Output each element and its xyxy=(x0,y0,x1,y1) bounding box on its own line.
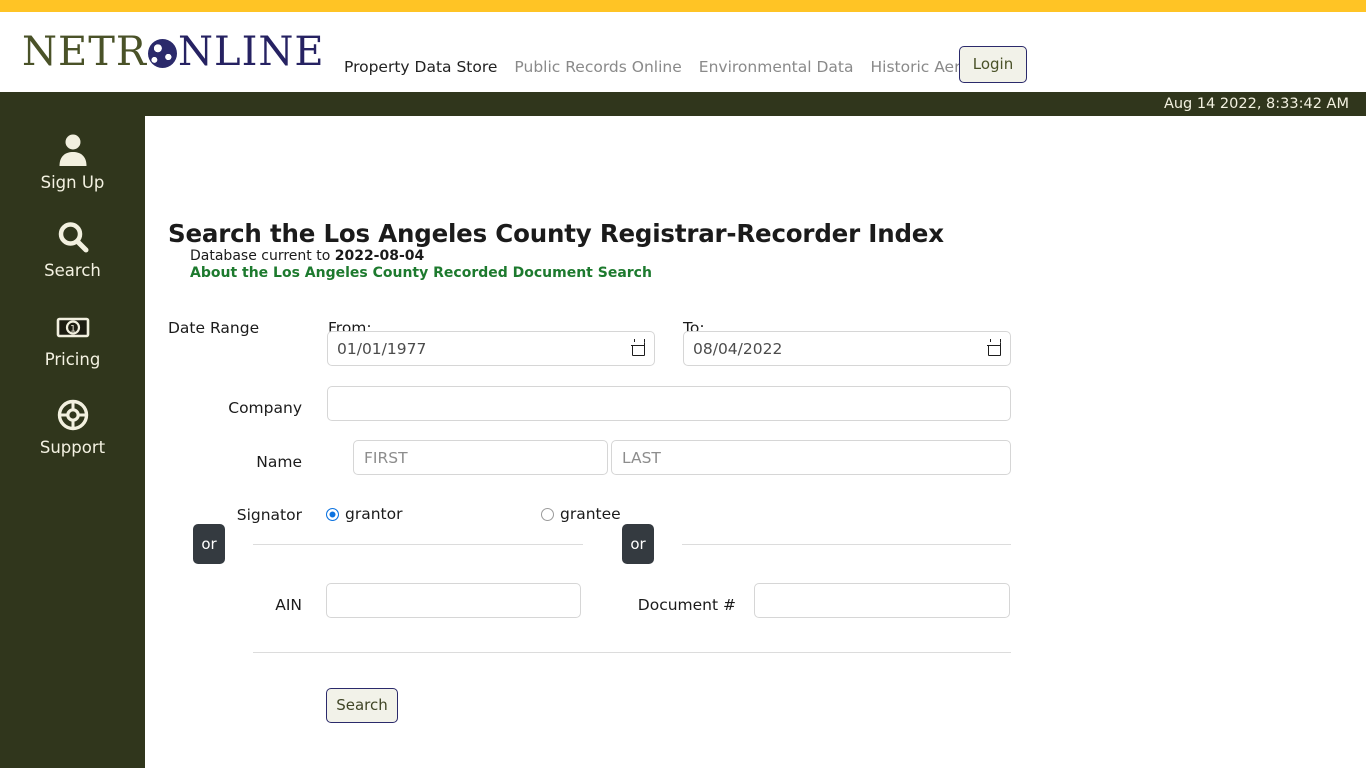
nav-item-environmental-data[interactable]: Environmental Data xyxy=(699,58,854,76)
about-search-link[interactable]: About the Los Angeles County Recorded Do… xyxy=(190,265,652,281)
main-content: Search the Los Angeles County Registrar-… xyxy=(145,116,1366,768)
radio-indicator xyxy=(326,507,339,521)
document-number-label: Document # xyxy=(637,596,736,614)
svg-text:1: 1 xyxy=(70,324,76,334)
site-header: NETR NLINE Property Data Store Public Rec… xyxy=(0,12,1366,92)
name-label: Name xyxy=(256,453,302,471)
or-badge-right: or xyxy=(622,524,654,564)
login-button[interactable]: Login xyxy=(959,46,1027,83)
current-timestamp-bar: Aug 14 2022, 8:33:42 AM xyxy=(0,92,1366,116)
search-button[interactable]: Search xyxy=(326,688,398,723)
lifebuoy-icon xyxy=(0,395,145,435)
company-input[interactable] xyxy=(327,386,1011,421)
sidebar-item-label: Support xyxy=(39,438,106,457)
signator-radio-grantor[interactable]: grantor xyxy=(326,505,402,523)
user-icon xyxy=(0,130,145,170)
date-to-value: 08/04/2022 xyxy=(693,339,783,358)
nav-item-property-data-store[interactable]: Property Data Store xyxy=(344,58,497,76)
divider-right xyxy=(682,544,1011,545)
banknote-icon: 1 xyxy=(0,307,145,347)
signator-radio-grantee[interactable]: grantee xyxy=(541,505,621,523)
last-name-input[interactable] xyxy=(611,440,1011,475)
radio-indicator xyxy=(541,507,554,521)
divider-bottom xyxy=(253,652,1011,653)
or-badge-left: or xyxy=(193,524,225,564)
netronline-logo[interactable]: NETR NLINE xyxy=(22,29,325,75)
globe-icon xyxy=(148,39,177,68)
sidebar-item-search[interactable]: Search xyxy=(0,218,145,280)
logo-text-last: NLINE xyxy=(178,29,325,75)
radio-label: grantee xyxy=(560,505,621,523)
primary-nav: Property Data Store Public Records Onlin… xyxy=(344,52,987,82)
document-number-input[interactable] xyxy=(754,583,1010,618)
company-label: Company xyxy=(228,399,302,417)
sidebar-item-label: Search xyxy=(44,261,101,280)
sidebar-item-label: Pricing xyxy=(44,350,101,369)
radio-label: grantor xyxy=(345,505,403,523)
nav-item-public-records-online[interactable]: Public Records Online xyxy=(514,58,681,76)
calendar-icon[interactable] xyxy=(987,338,1001,356)
signator-label: Signator xyxy=(236,506,302,524)
ain-label: AIN xyxy=(275,596,302,614)
divider-left xyxy=(253,544,583,545)
date-to-input[interactable]: 08/04/2022 xyxy=(683,331,1011,366)
date-from-input[interactable]: 01/01/1977 xyxy=(327,331,655,366)
database-currency-lead: Database current to xyxy=(190,248,335,264)
calendar-icon[interactable] xyxy=(631,338,645,356)
magnifier-icon xyxy=(0,218,145,258)
first-name-input[interactable] xyxy=(353,440,608,475)
database-currency-note: Database current to 2022-08-04 xyxy=(190,248,424,264)
logo-text-first: NETR xyxy=(22,29,147,75)
database-currency-date: 2022-08-04 xyxy=(334,248,425,264)
sidebar-item-pricing[interactable]: 1 Pricing xyxy=(0,307,145,369)
left-sidebar: Sign Up Search 1 Pricing Support xyxy=(0,116,145,768)
date-range-label: Date Range xyxy=(168,319,260,337)
page-title: Search the Los Angeles County Registrar-… xyxy=(168,219,944,248)
ain-input[interactable] xyxy=(326,583,581,618)
top-accent-bar xyxy=(0,0,1366,12)
sidebar-item-sign-up[interactable]: Sign Up xyxy=(0,130,145,192)
sidebar-item-support[interactable]: Support xyxy=(0,395,145,457)
date-from-value: 01/01/1977 xyxy=(337,339,427,358)
sidebar-item-label: Sign Up xyxy=(40,173,105,192)
